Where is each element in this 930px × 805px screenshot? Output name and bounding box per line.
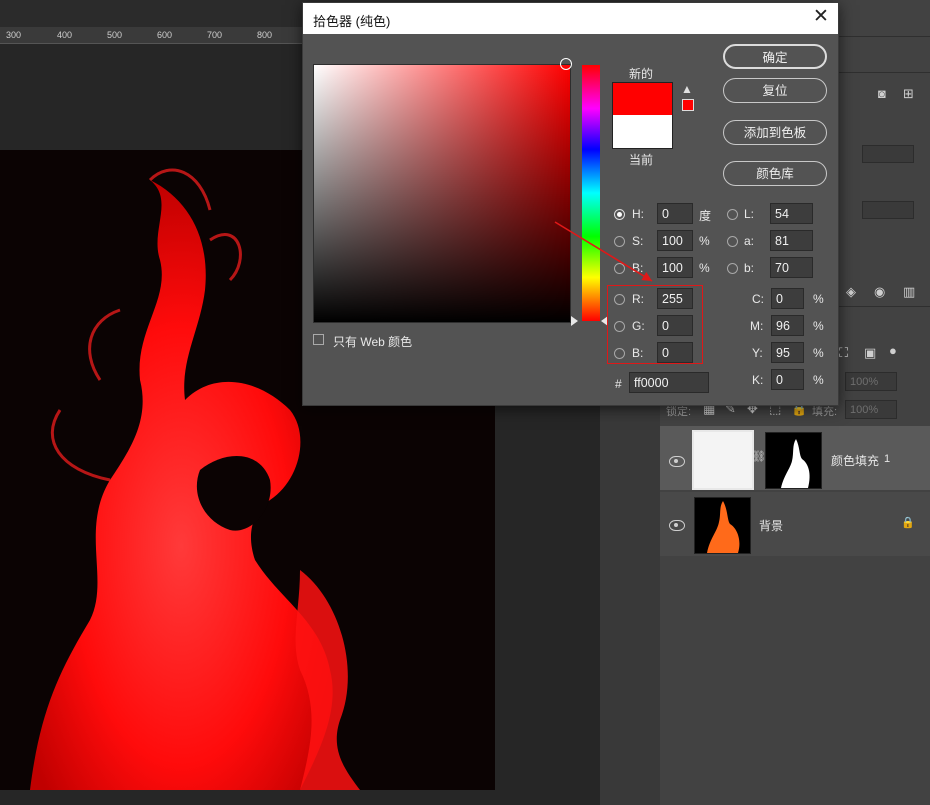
- ruler-tick: 400: [57, 30, 73, 40]
- fill-input[interactable]: 100%: [845, 400, 897, 419]
- background-thumbnail[interactable]: [694, 497, 751, 554]
- chain-link-icon[interactable]: ⛓: [752, 450, 766, 463]
- lab-l-input[interactable]: 54: [770, 203, 813, 224]
- opacity-input[interactable]: 100%: [845, 372, 897, 391]
- properties-field[interactable]: [862, 201, 914, 219]
- hue-label: H:: [632, 207, 644, 221]
- layer-suffix: 1: [884, 453, 891, 465]
- mask-flame-icon: [781, 439, 810, 488]
- cmyk-k-label: K:: [752, 373, 764, 387]
- properties-field[interactable]: [862, 145, 914, 163]
- cmyk-m-input[interactable]: 96: [771, 315, 804, 336]
- brightness-unit: %: [699, 261, 710, 275]
- only-web-colors-checkbox[interactable]: [313, 334, 324, 345]
- cmyk-k-input[interactable]: 0: [771, 369, 804, 390]
- saturation-unit: %: [699, 234, 710, 248]
- filter-toggle-icon[interactable]: ●: [889, 343, 897, 358]
- add-to-swatches-button[interactable]: 添加到色板: [723, 120, 827, 145]
- radio-lab-b[interactable]: [727, 263, 738, 274]
- lab-a-label: a:: [744, 234, 755, 248]
- layer-name: 颜色填充: [831, 454, 880, 468]
- eye-icon[interactable]: [669, 456, 685, 467]
- lock-icon[interactable]: 🔒: [901, 516, 915, 529]
- link-icon[interactable]: ◈: [846, 284, 856, 300]
- radio-hue[interactable]: [614, 209, 625, 220]
- brightness-label: B:: [632, 261, 644, 275]
- lab-a-input[interactable]: 81: [770, 230, 813, 251]
- dialog-title: 拾色器 (纯色): [313, 14, 391, 29]
- new-color-label: 新的: [629, 67, 654, 81]
- add-adjustment-icon[interactable]: ⊞: [903, 86, 914, 102]
- only-web-colors-label: 只有 Web 颜色: [333, 335, 413, 349]
- ruler-tick: 300: [6, 30, 22, 40]
- hue-slider[interactable]: [582, 65, 600, 321]
- saturation-label: S:: [632, 234, 644, 248]
- current-color-swatch[interactable]: [612, 115, 673, 149]
- current-color-label: 当前: [629, 153, 654, 167]
- hex-label: #: [615, 377, 622, 391]
- fill-thumbnail[interactable]: [692, 430, 754, 490]
- layer-name: 背景: [759, 519, 784, 533]
- cmyk-y-label: Y:: [752, 346, 763, 360]
- cmyk-m-unit: %: [813, 319, 824, 333]
- cmyk-m-label: M:: [750, 319, 764, 333]
- ruler-tick: 700: [207, 30, 223, 40]
- mask-thumbnail[interactable]: [765, 432, 822, 489]
- eye-icon[interactable]: [669, 520, 685, 531]
- color-field[interactable]: [313, 64, 571, 323]
- visibility-icon[interactable]: ◉: [874, 284, 885, 300]
- radio-lab-a[interactable]: [727, 236, 738, 247]
- brightness-input[interactable]: 100: [657, 257, 693, 278]
- radio-brightness[interactable]: [614, 263, 625, 274]
- smart-object-filter-icon[interactable]: ▣: [864, 345, 876, 361]
- close-icon[interactable]: ✕: [813, 7, 829, 27]
- trash-icon[interactable]: ▥: [903, 284, 915, 300]
- saturation-input[interactable]: 100: [657, 230, 693, 251]
- horizontal-ruler: 300 400 500 600 700 800: [0, 27, 310, 44]
- mask-icon[interactable]: ◙: [878, 86, 886, 101]
- color-picker-dialog: 拾色器 (纯色) ✕ 新的 当前 ▲ 确定 复位 添加到色板 颜色库 H: 0 …: [302, 2, 839, 406]
- dialog-titlebar[interactable]: 拾色器 (纯色) ✕: [303, 3, 838, 34]
- lab-b-label: b:: [744, 261, 755, 275]
- warning-triangle-icon[interactable]: ▲: [681, 82, 693, 96]
- cmyk-c-unit: %: [813, 292, 824, 306]
- hue-slider-left-arrow-icon[interactable]: [571, 316, 578, 326]
- layer-row-background[interactable]: 背景 🔒: [660, 492, 930, 556]
- cmyk-y-unit: %: [813, 346, 824, 360]
- lab-b-input[interactable]: 70: [770, 257, 813, 278]
- gamut-swatch-icon[interactable]: [682, 99, 694, 111]
- cmyk-c-input[interactable]: 0: [771, 288, 804, 309]
- cmyk-y-input[interactable]: 95: [771, 342, 804, 363]
- lab-l-label: L:: [744, 207, 755, 221]
- ok-button[interactable]: 确定: [723, 44, 827, 69]
- orange-flame-icon: [707, 501, 740, 553]
- ruler-tick: 500: [107, 30, 123, 40]
- artboard-filter-icon[interactable]: ⛶: [839, 345, 848, 361]
- ruler-tick: 600: [157, 30, 173, 40]
- hue-input[interactable]: 0: [657, 203, 693, 224]
- cmyk-k-unit: %: [813, 373, 824, 387]
- radio-saturation[interactable]: [614, 236, 625, 247]
- radio-lab-l[interactable]: [727, 209, 738, 220]
- reset-button[interactable]: 复位: [723, 78, 827, 103]
- color-libraries-button[interactable]: 颜色库: [723, 161, 827, 186]
- rgb-highlight-box: [607, 285, 703, 364]
- cmyk-c-label: C:: [752, 292, 764, 306]
- layer-row-color-fill[interactable]: ⛓ 颜色填充 1: [660, 426, 930, 490]
- hex-input[interactable]: ff0000: [629, 372, 709, 393]
- hue-unit: 度: [699, 209, 712, 223]
- new-color-swatch: [612, 82, 673, 116]
- color-field-cursor[interactable]: [560, 58, 572, 70]
- ruler-tick: 800: [257, 30, 273, 40]
